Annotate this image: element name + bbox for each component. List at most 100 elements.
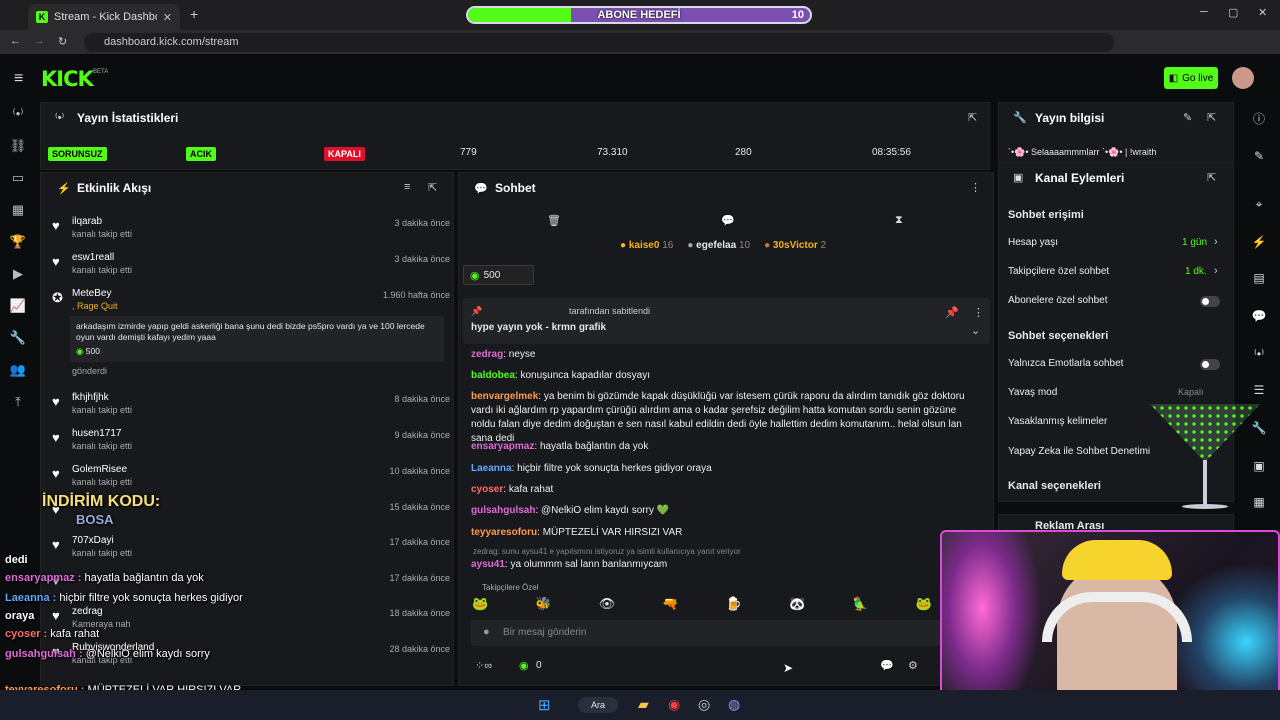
followers-only-row[interactable]: Takipçilere özel sohbet bbox=[1008, 266, 1109, 277]
chevron-down-icon[interactable]: ⌄ bbox=[971, 324, 980, 337]
emote-only-row[interactable]: Yalnızca Emotlarla sohbet bbox=[1008, 358, 1123, 369]
chat-username[interactable]: cyoser bbox=[471, 484, 503, 495]
emote-icon[interactable]: 🐼 bbox=[789, 596, 805, 614]
event-item[interactable]: ♥ esw1reall kanalı takip etti 3 dakika ö… bbox=[50, 252, 450, 288]
account-age-value[interactable]: 1 gün bbox=[1182, 237, 1207, 248]
popout-icon[interactable]: ⇱ bbox=[1207, 111, 1216, 124]
document-icon[interactable]: ▤ bbox=[1249, 268, 1269, 288]
chat-input[interactable]: ● Bir mesaj gönderin bbox=[471, 620, 941, 646]
reload-icon[interactable]: ↻ bbox=[58, 35, 67, 48]
pinned-message[interactable]: 📌 tarafından sabitlendi hype yayın yok -… bbox=[463, 298, 990, 344]
analytics-icon[interactable]: 📈 bbox=[8, 296, 28, 316]
list-icon[interactable]: ☰ bbox=[1249, 380, 1269, 400]
close-tab-icon[interactable]: ✕ bbox=[163, 11, 172, 24]
popout-icon[interactable]: ⇱ bbox=[968, 111, 977, 124]
video-icon[interactable]: ▶ bbox=[8, 264, 28, 284]
users-icon[interactable]: 👥 bbox=[8, 360, 28, 380]
stream-icon[interactable]: ⁽•⁾ bbox=[8, 104, 28, 124]
forward-icon[interactable]: → bbox=[34, 35, 45, 47]
start-icon[interactable]: ⊞ bbox=[538, 696, 551, 714]
chat-message[interactable]: cyoser: kafa rahat bbox=[471, 483, 981, 497]
browser-tab[interactable]: K Stream - Kick Dashboard ✕ bbox=[28, 4, 180, 30]
url-field[interactable]: dashboard.kick.com/stream bbox=[84, 33, 1114, 52]
chat-username[interactable]: teyyaresoforu bbox=[471, 527, 537, 538]
edit-icon[interactable]: ✎ bbox=[1183, 111, 1192, 124]
trophy-icon[interactable]: 🏆 bbox=[8, 232, 28, 252]
chat-message[interactable]: zedrag: neyse bbox=[471, 348, 981, 362]
unpin-icon[interactable]: 📌 bbox=[945, 306, 959, 319]
chat-icon[interactable]: 💬 bbox=[1249, 306, 1269, 326]
info-icon[interactable]: ⓘ bbox=[1249, 108, 1269, 128]
emote-icon[interactable]: 🐝 bbox=[535, 596, 551, 614]
upload-icon[interactable]: ⤒ bbox=[8, 392, 28, 412]
popout-icon[interactable]: ⇱ bbox=[428, 181, 437, 194]
taskbar-search[interactable]: Ara bbox=[578, 697, 618, 713]
subs-only-row[interactable]: Abonelere özel sohbet bbox=[1008, 295, 1108, 306]
trash-icon[interactable]: 🗑 bbox=[547, 214, 561, 227]
emote-icon[interactable]: 🔫 bbox=[662, 596, 678, 614]
pen-icon[interactable]: ✎ bbox=[1249, 146, 1269, 166]
filter-icon[interactable]: ≡ bbox=[404, 181, 410, 193]
event-item[interactable]: ✪ MeteBey , Rage Quit 1.960 hafta önce ar… bbox=[50, 288, 450, 384]
chat-message[interactable]: ensaryapmaz: hayatla bağlantın da yok bbox=[471, 440, 981, 454]
chat-message[interactable]: gulsahgulsah: @NelkiO elim kaydı sorry 💚 bbox=[471, 504, 981, 518]
emote-icon[interactable]: 🦜 bbox=[852, 596, 868, 614]
chat-username[interactable]: aysu41 bbox=[471, 559, 505, 570]
chat-username[interactable]: baldobea bbox=[471, 370, 515, 381]
wrench-icon[interactable]: 🔧 bbox=[8, 328, 28, 348]
chat-username[interactable]: ensaryapmaz bbox=[471, 441, 534, 452]
chart-icon[interactable]: ▦ bbox=[8, 200, 28, 220]
close-window-icon[interactable]: ✕ bbox=[1258, 6, 1267, 19]
chat-username[interactable]: gulsahgulsah bbox=[471, 505, 535, 516]
window-icon[interactable]: ▭ bbox=[8, 168, 28, 188]
emote-icon[interactable]: 🐸 bbox=[472, 596, 488, 614]
event-item[interactable]: ♥ husen1717 kanalı takip etti 9 dakika ö… bbox=[50, 428, 450, 464]
emote-only-toggle[interactable] bbox=[1200, 359, 1220, 370]
chat-message[interactable]: Laeanna: hiçbir filtre yok sonuçta herke… bbox=[471, 462, 981, 476]
subs-only-toggle[interactable] bbox=[1200, 296, 1220, 307]
chevron-right-icon[interactable]: › bbox=[1214, 236, 1218, 248]
ai-moderation-row[interactable]: Yapay Zeka ile Sohbet Denetimi bbox=[1008, 446, 1150, 457]
emote-icon[interactable]: 🍺 bbox=[726, 596, 742, 614]
more-icon[interactable]: ⋮ bbox=[970, 181, 981, 194]
chat-message[interactable]: baldobea: konuşunca kapadılar dosyayı bbox=[471, 369, 981, 383]
lightning-icon[interactable]: ⚡ bbox=[1249, 232, 1269, 252]
discord-icon[interactable]: ◍ bbox=[728, 696, 740, 713]
go-live-button[interactable]: ◧ Go live bbox=[1164, 67, 1218, 89]
kick-logo[interactable]: KICK bbox=[41, 67, 94, 91]
emote-icon[interactable]: 👁 bbox=[599, 596, 616, 614]
slow-mode-value[interactable]: Kapalı bbox=[1178, 387, 1204, 397]
chat-username[interactable]: zedrag bbox=[471, 349, 503, 360]
chrome-icon[interactable]: ◉ bbox=[668, 696, 680, 713]
minimize-icon[interactable]: ─ bbox=[1200, 6, 1208, 18]
hourglass-icon[interactable]: ⧗ bbox=[895, 214, 903, 227]
back-icon[interactable]: ← bbox=[10, 35, 21, 47]
broadcast-icon[interactable]: ⁽•⁾ bbox=[1249, 344, 1269, 364]
folder-icon[interactable]: ▰ bbox=[638, 696, 649, 713]
chat-username[interactable]: Laeanna bbox=[471, 463, 512, 474]
popout-icon[interactable]: ⇱ bbox=[1207, 171, 1216, 184]
banned-words-row[interactable]: Yasaklanmış kelimeler bbox=[1008, 416, 1107, 427]
new-tab-icon[interactable]: + bbox=[190, 6, 198, 22]
chat-bubble-icon[interactable]: 💬 bbox=[880, 659, 894, 672]
followers-only-value[interactable]: 1 dk. bbox=[1185, 266, 1207, 277]
points-icon[interactable]: ⁘∞ bbox=[475, 659, 492, 672]
more-icon[interactable]: ⋮ bbox=[973, 306, 984, 319]
maximize-icon[interactable]: ▢ bbox=[1228, 6, 1238, 19]
user-avatar[interactable] bbox=[1232, 67, 1254, 89]
event-item[interactable]: ♥ 707xDayi kanalı takip etti 17 dakika ö… bbox=[50, 535, 450, 571]
chat-message[interactable]: aysu41: ya olummm sal lann banlanmıycam bbox=[471, 558, 981, 572]
emote-icon[interactable]: 🐸 bbox=[916, 596, 932, 614]
gear-icon[interactable]: ⚙ bbox=[908, 659, 918, 672]
event-item[interactable]: ♥ zedrag Kameraya nah 18 dakika önce bbox=[50, 606, 450, 642]
app-icon[interactable]: ◎ bbox=[698, 696, 710, 713]
account-age-row[interactable]: Hesap yaşı bbox=[1008, 237, 1058, 248]
link-icon[interactable]: ⛓ bbox=[8, 136, 28, 156]
slow-mode-row[interactable]: Yavaş mod bbox=[1008, 387, 1057, 398]
gift-chip[interactable]: ◉ 500 bbox=[463, 265, 534, 285]
chat-username[interactable]: benvargelmek bbox=[471, 391, 538, 402]
chat-message[interactable]: benvargelmek: ya benim bi gözümde kapak … bbox=[471, 390, 981, 446]
chevron-right-icon[interactable]: › bbox=[1214, 265, 1218, 277]
chat-message[interactable]: teyyaresoforu: MÜPTEZELİ VAR HIRSIZI VAR bbox=[471, 526, 981, 540]
menu-icon[interactable]: ≡ bbox=[14, 70, 23, 88]
